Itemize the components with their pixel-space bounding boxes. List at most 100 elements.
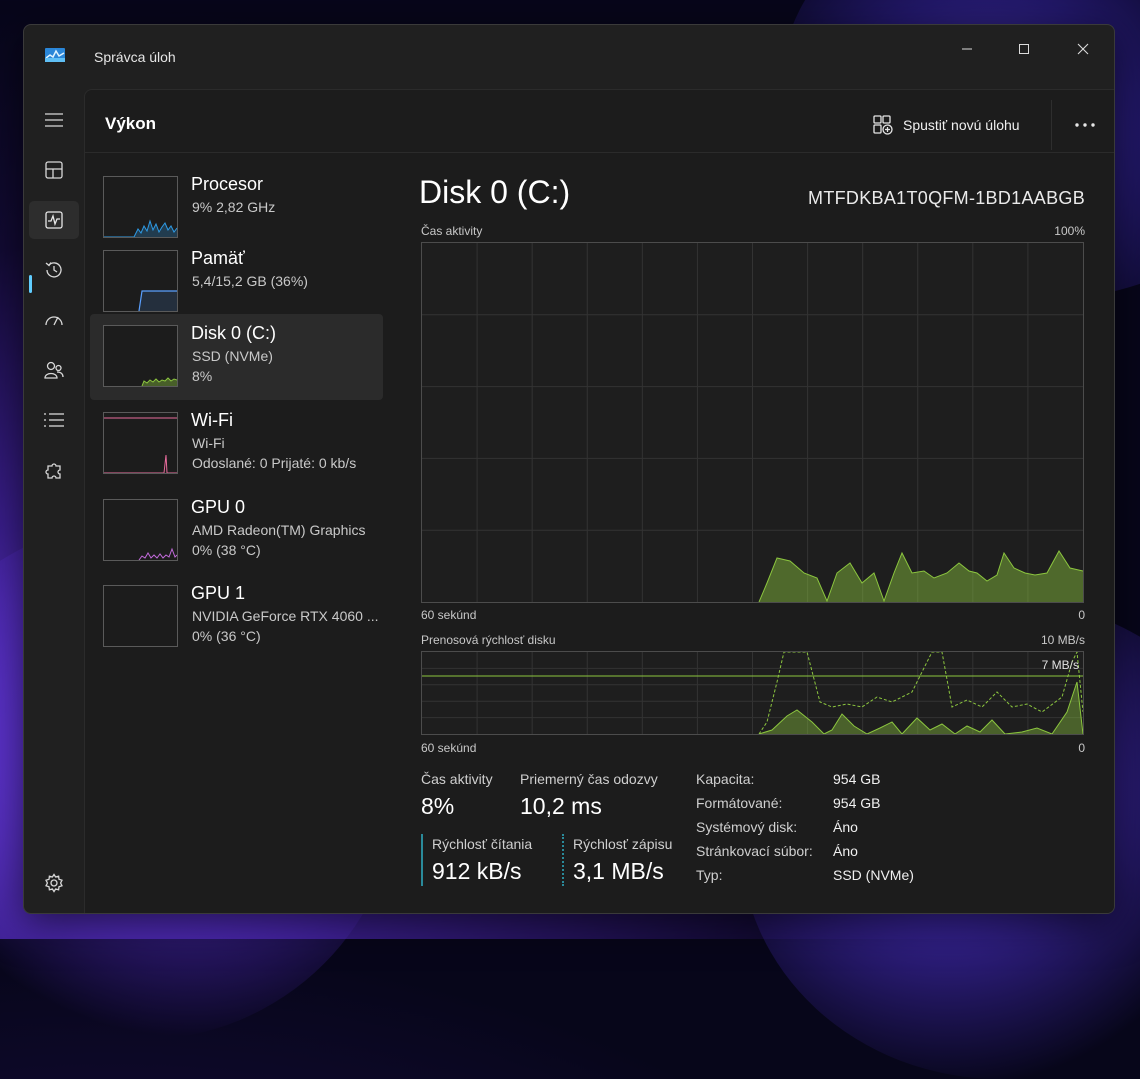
history-icon bbox=[45, 262, 62, 278]
graph1-label: Čas aktivity bbox=[421, 224, 483, 238]
graph2-label: Prenosová rýchlosť disku bbox=[421, 633, 556, 647]
more-dots-icon bbox=[1075, 123, 1095, 127]
active-time-value: 8% bbox=[421, 793, 455, 819]
nav-services[interactable] bbox=[29, 451, 79, 489]
users-icon bbox=[44, 361, 64, 379]
device-usage: 8% bbox=[192, 368, 213, 384]
device-item-gpu1[interactable]: GPU 1 NVIDIA GeForce RTX 4060 ... 0% (36… bbox=[90, 574, 383, 660]
read-speed-marker bbox=[421, 834, 423, 886]
minimize-icon bbox=[962, 48, 972, 50]
settings-gear-icon bbox=[45, 873, 63, 893]
device-detail: SSD (NVMe) bbox=[192, 348, 273, 364]
device-detail: Wi-Fi bbox=[192, 435, 225, 451]
title-bar[interactable]: Správca úloh bbox=[24, 25, 1114, 89]
response-time-value: 10,2 ms bbox=[520, 793, 602, 819]
hamburger-menu-button[interactable] bbox=[29, 101, 79, 139]
transfer-rate-graph-canvas bbox=[422, 650, 1084, 735]
app-title: Správca úloh bbox=[94, 49, 176, 65]
device-item-gpu0[interactable]: GPU 0 AMD Radeon(TM) Graphics 0% (38 °C) bbox=[90, 488, 383, 574]
device-usage: 0% (36 °C) bbox=[192, 628, 261, 644]
maximize-button[interactable] bbox=[1001, 33, 1047, 65]
active-time-graph-canvas bbox=[422, 243, 1084, 603]
close-icon bbox=[1077, 43, 1089, 55]
device-name: Procesor bbox=[191, 174, 264, 194]
graph1-time-label: 60 sekúnd bbox=[421, 608, 477, 622]
run-new-task-label: Spustiť novú úlohu bbox=[903, 117, 1020, 133]
device-name: Disk 0 (C:) bbox=[191, 323, 276, 343]
task-manager-app-icon bbox=[45, 48, 65, 62]
graph2-line-label: 7 MB/s bbox=[1041, 658, 1079, 672]
formatted-label: Formátované: bbox=[696, 795, 783, 811]
device-item-wifi[interactable]: Wi-Fi Wi-Fi Odoslané: 0 Prijaté: 0 kb/s bbox=[90, 401, 383, 487]
device-detail: NVIDIA GeForce RTX 4060 ... bbox=[192, 608, 379, 624]
device-usage: 0% (38 °C) bbox=[192, 542, 261, 558]
navigation-rail bbox=[24, 89, 84, 913]
graph1-max: 100% bbox=[1054, 224, 1085, 238]
nav-details[interactable] bbox=[29, 401, 79, 439]
more-options-button[interactable] bbox=[1070, 110, 1100, 140]
minimize-button[interactable] bbox=[944, 33, 990, 65]
wifi-thumbnail-graph bbox=[103, 412, 178, 474]
system-disk-label: Systémový disk: bbox=[696, 819, 798, 835]
gpu1-thumbnail-graph bbox=[103, 585, 178, 647]
device-name: Pamäť bbox=[191, 248, 245, 268]
hamburger-icon bbox=[45, 113, 63, 127]
graph2-time-label: 60 sekúnd bbox=[421, 741, 477, 755]
transfer-rate-graph: 7 MB/s bbox=[421, 650, 1084, 735]
processes-icon bbox=[45, 161, 63, 179]
header-separator bbox=[1051, 100, 1052, 150]
page-title: Výkon bbox=[105, 114, 157, 133]
system-disk-value: Áno bbox=[833, 819, 858, 835]
graph2-min: 0 bbox=[1078, 741, 1085, 755]
write-speed-marker bbox=[562, 834, 564, 886]
device-detail: 5,4/15,2 GB (36%) bbox=[192, 273, 308, 289]
device-usage: Odoslané: 0 Prijaté: 0 kb/s bbox=[192, 455, 357, 471]
write-speed-value: 3,1 MB/s bbox=[573, 858, 664, 884]
startup-speedometer-icon bbox=[45, 316, 63, 326]
main-content: Výkon Spustiť novú úlohu Procesor 9% 2,8… bbox=[84, 89, 1114, 913]
nav-performance[interactable] bbox=[29, 201, 79, 239]
memory-thumbnail-graph bbox=[103, 250, 178, 312]
nav-selection-indicator bbox=[29, 275, 32, 293]
device-name: Wi-Fi bbox=[191, 410, 233, 430]
type-value: SSD (NVMe) bbox=[833, 867, 914, 883]
task-manager-window: Správca úloh Výkon Spustiť novú úlohu Pr… bbox=[23, 24, 1115, 914]
device-name: GPU 0 bbox=[191, 497, 246, 517]
capacity-value: 954 GB bbox=[833, 771, 881, 787]
type-label: Typ: bbox=[696, 867, 723, 883]
page-file-value: Áno bbox=[833, 843, 858, 859]
nav-processes[interactable] bbox=[29, 151, 79, 189]
nav-users[interactable] bbox=[29, 351, 79, 389]
device-detail: 9% 2,82 GHz bbox=[192, 199, 276, 215]
new-task-icon bbox=[873, 115, 893, 135]
page-file-label: Stránkovací súbor: bbox=[696, 843, 813, 859]
read-speed-label: Rýchlosť čítania bbox=[432, 836, 533, 852]
device-name: GPU 1 bbox=[191, 583, 246, 603]
disk-thumbnail-graph bbox=[103, 325, 178, 387]
run-new-task-button[interactable]: Spustiť novú úlohu bbox=[873, 110, 1020, 140]
write-speed-label: Rýchlosť zápisu bbox=[573, 836, 673, 852]
device-detail: AMD Radeon(TM) Graphics bbox=[192, 522, 366, 538]
formatted-value: 954 GB bbox=[833, 795, 881, 811]
disk-title: Disk 0 (C:) bbox=[419, 174, 571, 210]
close-button[interactable] bbox=[1060, 33, 1106, 65]
read-speed-value: 912 kB/s bbox=[432, 858, 522, 884]
maximize-icon bbox=[1019, 44, 1029, 54]
details-list-icon bbox=[44, 413, 64, 427]
active-time-graph bbox=[421, 242, 1084, 603]
gpu0-thumbnail-graph bbox=[103, 499, 178, 561]
nav-app-history[interactable] bbox=[29, 251, 79, 289]
nav-startup-apps[interactable] bbox=[29, 301, 79, 339]
disk-model: MTFDKBA1T0QFM-1BD1AABGB bbox=[808, 188, 1085, 208]
capacity-label: Kapacita: bbox=[696, 771, 755, 787]
services-puzzle-icon bbox=[45, 463, 61, 479]
cpu-thumbnail-graph bbox=[103, 176, 178, 238]
graph2-max: 10 MB/s bbox=[1040, 633, 1085, 647]
response-time-label: Priemerný čas odozvy bbox=[520, 771, 658, 787]
graph1-min: 0 bbox=[1078, 608, 1085, 622]
device-item-memory[interactable]: Pamäť 5,4/15,2 GB (36%) bbox=[90, 239, 383, 325]
nav-settings[interactable] bbox=[29, 864, 79, 902]
header-divider bbox=[85, 152, 1114, 153]
performance-icon bbox=[45, 211, 63, 229]
device-item-disk0[interactable]: Disk 0 (C:) SSD (NVMe) 8% bbox=[90, 314, 383, 400]
